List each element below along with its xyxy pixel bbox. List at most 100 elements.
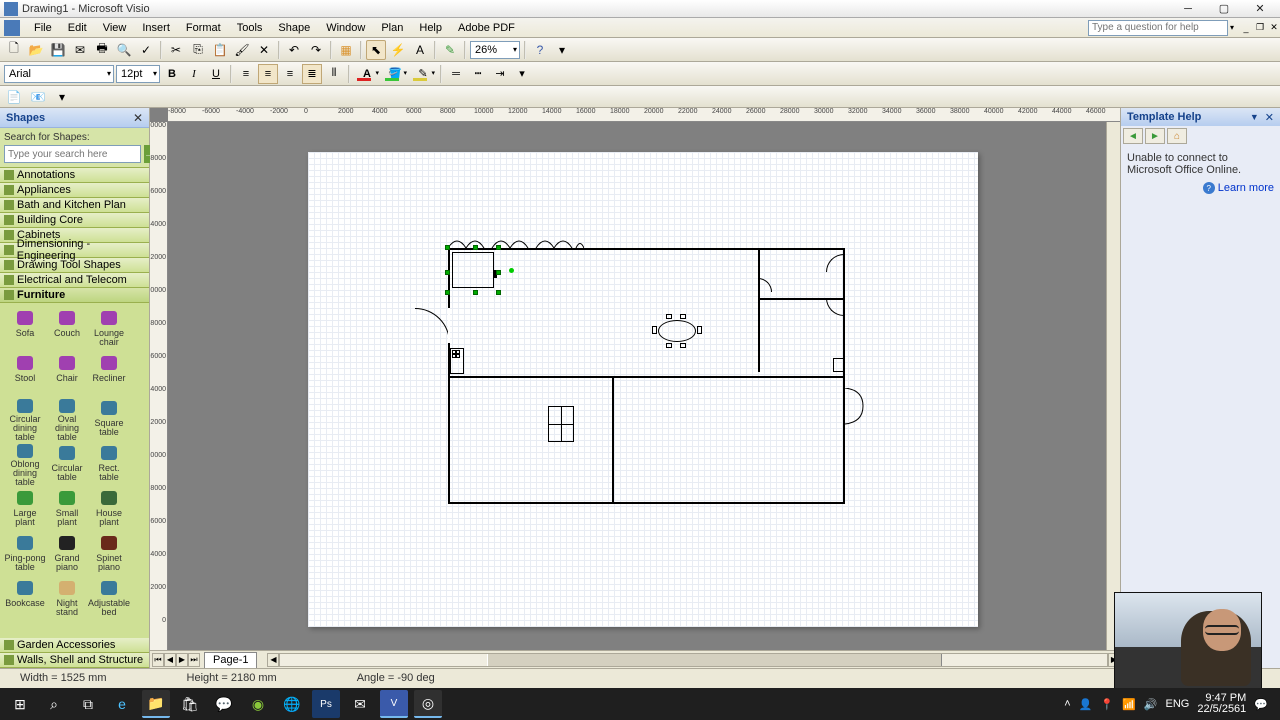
template-forward-button[interactable]: ► xyxy=(1145,128,1165,144)
chrome-taskbar-icon[interactable]: 🌐 xyxy=(278,690,306,718)
store-taskbar-icon[interactable]: 🛍 xyxy=(176,690,204,718)
email-button[interactable]: ✉ xyxy=(70,40,90,60)
bold-button[interactable]: B xyxy=(162,64,182,84)
tray-people-icon[interactable]: 👤 xyxy=(1079,698,1093,711)
print-button[interactable]: 🖶 xyxy=(92,40,112,60)
font-color-button[interactable]: A xyxy=(354,64,380,84)
shape-adjustable-bed[interactable]: Adjustable bed xyxy=(88,577,130,622)
align-left-button[interactable]: ≡ xyxy=(236,64,256,84)
stencil-electrical-and-telecom[interactable]: Electrical and Telecom xyxy=(0,273,149,288)
template-home-button[interactable]: ⌂ xyxy=(1167,128,1187,144)
help-search-input[interactable] xyxy=(1088,20,1228,36)
distribute-button[interactable]: ⫴ xyxy=(324,64,344,84)
font-name-combo[interactable]: Arial▾ xyxy=(4,65,114,83)
menu-plan[interactable]: Plan xyxy=(373,20,411,36)
stencil-bath-and-kitchen-plan[interactable]: Bath and Kitchen Plan xyxy=(0,198,149,213)
align-right-button[interactable]: ≡ xyxy=(280,64,300,84)
stencil-furniture[interactable]: Furniture xyxy=(0,288,149,303)
print-preview-button[interactable]: 🔍 xyxy=(114,40,134,60)
pointer-tool-button[interactable]: ⬉ xyxy=(366,40,386,60)
stencil-appliances[interactable]: Appliances xyxy=(0,183,149,198)
pdf-convert-button[interactable]: 📄 xyxy=(4,87,24,107)
shape-stool[interactable]: Stool xyxy=(4,352,46,397)
menu-shape[interactable]: Shape xyxy=(270,20,318,36)
tray-wifi-icon[interactable]: 📶 xyxy=(1122,698,1136,711)
new-button[interactable]: 🗋 xyxy=(4,40,24,60)
obs-taskbar-icon[interactable]: ◎ xyxy=(414,690,442,718)
format-options-button[interactable]: ▾ xyxy=(512,64,532,84)
tray-location-icon[interactable]: 📍 xyxy=(1100,698,1114,711)
menu-adobepdf[interactable]: Adobe PDF xyxy=(450,20,523,36)
stencil-building-core[interactable]: Building Core xyxy=(0,213,149,228)
shape-oval-dining-table[interactable]: Oval dining table xyxy=(46,397,88,442)
shape-ping-pong-table[interactable]: Ping-pong table xyxy=(4,532,46,577)
mail-taskbar-icon[interactable]: ✉ xyxy=(346,690,374,718)
pdf-convert-send-button[interactable]: 📧 xyxy=(28,87,48,107)
shape-chair[interactable]: Chair xyxy=(46,352,88,397)
align-center-button[interactable]: ≡ xyxy=(258,64,278,84)
shape-grand-piano[interactable]: Grand piano xyxy=(46,532,88,577)
ink-tool-button[interactable]: ✎ xyxy=(440,40,460,60)
menu-view[interactable]: View xyxy=(95,20,135,36)
page-next-button[interactable]: ▶ xyxy=(176,653,188,667)
vertical-scrollbar[interactable] xyxy=(1106,122,1120,650)
redo-button[interactable]: ↷ xyxy=(306,40,326,60)
shape-recliner[interactable]: Recliner xyxy=(88,352,130,397)
shape-house-plant[interactable]: House plant xyxy=(88,487,130,532)
menu-help[interactable]: Help xyxy=(411,20,450,36)
shape-circular-dining-table[interactable]: Circular dining table xyxy=(4,397,46,442)
page-tab[interactable]: Page-1 xyxy=(204,652,257,668)
font-size-combo[interactable]: 12pt▾ xyxy=(116,65,160,83)
menu-tools[interactable]: Tools xyxy=(229,20,271,36)
save-button[interactable]: 💾 xyxy=(48,40,68,60)
shape-rect-table[interactable]: Rect. table xyxy=(88,442,130,487)
menu-file[interactable]: File xyxy=(26,20,60,36)
undo-button[interactable]: ↶ xyxy=(284,40,304,60)
fill-color-button[interactable]: 🪣 xyxy=(382,64,408,84)
format-painter-button[interactable]: 🖌 xyxy=(232,40,252,60)
shape-sofa[interactable]: Sofa xyxy=(4,307,46,352)
tray-clock[interactable]: 9:47 PM 22/5/2561 xyxy=(1197,693,1246,715)
shape-night-stand[interactable]: Night stand xyxy=(46,577,88,622)
visio-taskbar-icon[interactable]: V xyxy=(380,690,408,718)
shape-square-table[interactable]: Square table xyxy=(88,397,130,442)
cut-button[interactable]: ✂ xyxy=(166,40,186,60)
delete-button[interactable]: ✕ xyxy=(254,40,274,60)
doc-minimize-button[interactable]: _ xyxy=(1240,22,1252,34)
photoshop-taskbar-icon[interactable]: Ps xyxy=(312,690,340,718)
shape-spinet-piano[interactable]: Spinet piano xyxy=(88,532,130,577)
page-first-button[interactable]: ⏮ xyxy=(152,653,164,667)
shapes-grid[interactable]: SofaCouchLounge chairStoolChairReclinerC… xyxy=(0,303,149,638)
line-ends-button[interactable]: ⇥ xyxy=(490,64,510,84)
search-taskbar-button[interactable]: ⌕ xyxy=(40,690,68,718)
paste-button[interactable]: 📋 xyxy=(210,40,230,60)
horizontal-scrollbar[interactable]: ◀ ▶ xyxy=(267,651,1120,668)
shapes-panel-close-button[interactable]: ✕ xyxy=(133,111,143,125)
task-view-button[interactable]: ⧉ xyxy=(74,690,102,718)
learn-more-link[interactable]: ? Learn more xyxy=(1127,182,1274,194)
doc-close-button[interactable]: ✕ xyxy=(1268,22,1280,34)
page-last-button[interactable]: ⏭ xyxy=(188,653,200,667)
copy-button[interactable]: ⎘ xyxy=(188,40,208,60)
explorer-taskbar-icon[interactable]: 📁 xyxy=(142,690,170,718)
edge-taskbar-icon[interactable]: e xyxy=(108,690,136,718)
help-button[interactable]: ? xyxy=(530,40,550,60)
shape-small-plant[interactable]: Small plant xyxy=(46,487,88,532)
template-close-button[interactable]: ✕ xyxy=(1265,111,1274,124)
italic-button[interactable]: I xyxy=(184,64,204,84)
align-justify-button[interactable]: ≣ xyxy=(302,64,322,84)
shape-circular-table[interactable]: Circular table xyxy=(46,442,88,487)
menu-window[interactable]: Window xyxy=(318,20,373,36)
close-button[interactable]: ✕ xyxy=(1244,2,1276,16)
shape-oblong-dining-table[interactable]: Oblong dining table xyxy=(4,442,46,487)
line-pattern-button[interactable]: ┅ xyxy=(468,64,488,84)
app-taskbar-icon[interactable]: ◉ xyxy=(244,690,272,718)
line-color-button[interactable]: ✎ xyxy=(410,64,436,84)
stencil-walls-shell-and-structure[interactable]: Walls, Shell and Structure xyxy=(0,653,149,668)
spelling-button[interactable]: ✓ xyxy=(136,40,156,60)
start-button[interactable]: ⊞ xyxy=(6,690,34,718)
toolbar-options-button[interactable]: ▾ xyxy=(552,40,572,60)
open-button[interactable]: 📂 xyxy=(26,40,46,60)
minimize-button[interactable]: ─ xyxy=(1172,2,1204,16)
search-shapes-input[interactable] xyxy=(4,145,141,163)
